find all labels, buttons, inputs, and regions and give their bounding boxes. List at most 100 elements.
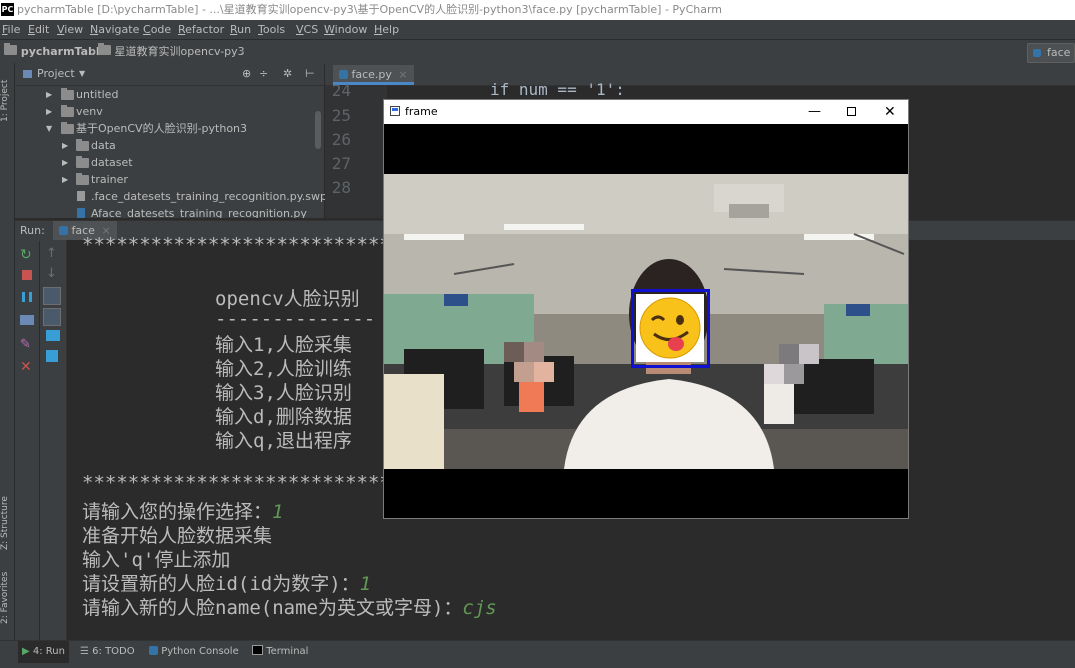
stop-icon[interactable] <box>22 270 32 280</box>
breadcrumb-separator: › <box>240 45 245 58</box>
print-icon[interactable] <box>46 330 60 341</box>
arrow-down-icon[interactable]: ↓ <box>46 267 60 281</box>
tab-terminal[interactable]: Terminal <box>248 641 312 663</box>
menu-edit[interactable]: Edit <box>28 20 49 39</box>
window-icon <box>390 106 400 116</box>
menu-navigate[interactable]: Navigate <box>90 20 139 39</box>
collapse-arrow-icon[interactable]: ▼ <box>46 120 52 137</box>
tree-item-label: data <box>91 139 116 152</box>
winking-face-icon <box>639 297 701 359</box>
line-number: 25 <box>331 106 351 125</box>
tab-label: Terminal <box>266 646 309 657</box>
rerun-icon[interactable]: ↻ <box>20 248 34 262</box>
trash-icon[interactable] <box>46 350 58 362</box>
user-input: 1 <box>359 573 372 595</box>
project-scrollbar[interactable] <box>315 111 321 149</box>
menu-window[interactable]: Window <box>324 20 367 39</box>
folder-icon <box>76 156 89 168</box>
minimize-icon[interactable]: — <box>808 100 821 124</box>
line-number: 24 <box>331 81 351 100</box>
structure-tool-tab[interactable]: Z: Structure <box>0 488 14 558</box>
tree-item-py-file[interactable]: Aface_datesets_training_recognition.py <box>15 205 315 218</box>
pin-icon[interactable]: ✎ <box>20 338 34 352</box>
line-number-gutter: 24 25 26 27 28 <box>325 81 387 218</box>
folder-icon <box>61 105 74 117</box>
favorites-tool-tab[interactable]: 2: Favorites <box>0 568 14 628</box>
left-tool-stripe: 1: Project Z: Structure 2: Favorites <box>0 63 15 640</box>
expand-arrow-icon[interactable]: ▶ <box>62 171 68 188</box>
tab-run[interactable]: ▶ 4: Run <box>18 641 69 663</box>
breadcrumb-folder[interactable]: 星道教育实训opencv-py3 <box>98 40 245 64</box>
pause-icon[interactable] <box>22 292 32 302</box>
tree-item-venv[interactable]: ▶ venv <box>15 103 315 120</box>
tree-item-swp-file[interactable]: .face_datesets_training_recognition.py.s… <box>15 188 327 205</box>
tree-item-dataset[interactable]: ▶ dataset <box>15 154 315 171</box>
folder-icon <box>61 88 74 100</box>
tab-todo[interactable]: ☰ 6: TODO <box>76 641 139 663</box>
project-panel-title[interactable]: Project <box>37 63 75 85</box>
python-file-icon <box>339 70 348 79</box>
frame-window[interactable]: frame — ✕ <box>383 99 909 519</box>
project-tool-tab[interactable]: 1: Project <box>0 73 14 129</box>
editor-tab-bar: face.py × <box>325 63 1075 86</box>
tree-item-trainer[interactable]: ▶ trainer <box>15 171 315 188</box>
tree-item-face-project[interactable]: ▼ 基于OpenCV的人脸识别-python3 <box>15 120 315 137</box>
hide-panel-icon[interactable]: ⊢ <box>305 63 315 85</box>
run-config-label: face <box>1047 46 1071 59</box>
tree-item-data[interactable]: ▶ data <box>15 137 315 154</box>
python-file-icon <box>77 208 85 218</box>
title-bar: PC pycharmTable [D:\pycharmTable] - ...\… <box>0 0 1075 20</box>
target-icon[interactable]: ⊕ <box>242 63 251 85</box>
terminal-icon <box>252 645 263 655</box>
expand-arrow-icon[interactable]: ▶ <box>62 137 68 154</box>
play-icon: ▶ <box>22 646 30 657</box>
frame-title-bar[interactable]: frame — ✕ <box>384 100 908 124</box>
console-option: 输入3,人脸识别 <box>215 382 352 404</box>
console-start-msg: 准备开始人脸数据采集 <box>82 525 273 547</box>
folder-icon <box>61 122 74 134</box>
tree-item-untitled[interactable]: ▶ untitled <box>15 86 315 103</box>
dump-threads-icon[interactable] <box>20 315 34 325</box>
project-panel: Project ▼ ⊕ ÷ ✲ ⊢ ▶ untitled ▶ venv ▼ 基于… <box>15 63 327 218</box>
chevron-down-icon[interactable]: ▼ <box>79 63 85 85</box>
menu-view[interactable]: View <box>57 20 83 39</box>
close-icon[interactable]: ✕ <box>20 360 34 374</box>
expand-arrow-icon[interactable]: ▶ <box>46 86 52 103</box>
gear-icon[interactable]: ✲ <box>283 63 292 85</box>
menu-run[interactable]: Run <box>230 20 251 39</box>
line-number: 27 <box>331 154 351 173</box>
close-icon[interactable]: ✕ <box>884 100 896 124</box>
tab-python-console[interactable]: Python Console <box>145 641 243 663</box>
python-icon <box>59 226 68 235</box>
editor-tab-label: face.py <box>351 68 392 81</box>
menu-vcs[interactable]: VCS <box>296 20 318 39</box>
scroll-to-end-icon[interactable] <box>43 308 61 326</box>
python-icon <box>1033 49 1041 57</box>
menu-help[interactable]: Help <box>374 20 399 39</box>
menu-refactor[interactable]: Refactor <box>178 20 224 39</box>
run-config-selector[interactable]: face <box>1027 43 1075 63</box>
tree-item-label: dataset <box>91 156 133 169</box>
arrow-up-icon[interactable]: ↑ <box>46 247 60 261</box>
tab-label: 4: Run <box>32 646 65 657</box>
menu-bar: File Edit View Navigate Code Refactor Ru… <box>0 20 1075 39</box>
menu-file[interactable]: File <box>2 20 20 39</box>
console-option: 输入q,退出程序 <box>215 430 352 452</box>
menu-code[interactable]: Code <box>143 20 171 39</box>
prompt-text: 请输入新的人脸name(name为英文或字母)： <box>82 597 463 619</box>
line-number: 26 <box>331 130 351 149</box>
prompt-text: 请输入您的操作选择： <box>82 501 273 523</box>
line-number: 28 <box>331 178 351 197</box>
soft-wrap-icon[interactable] <box>43 287 61 305</box>
maximize-icon[interactable] <box>847 107 856 116</box>
expand-arrow-icon[interactable]: ▶ <box>62 154 68 171</box>
frame-title: frame <box>405 105 438 118</box>
tree-item-label: untitled <box>76 88 119 101</box>
code-line[interactable]: if num == '1': <box>490 80 625 99</box>
folder-icon <box>4 43 17 55</box>
menu-tools[interactable]: Tools <box>258 20 285 39</box>
todo-icon: ☰ <box>80 646 89 657</box>
collapse-icon[interactable]: ÷ <box>259 63 268 85</box>
expand-arrow-icon[interactable]: ▶ <box>46 103 52 120</box>
close-icon[interactable]: × <box>398 68 407 81</box>
